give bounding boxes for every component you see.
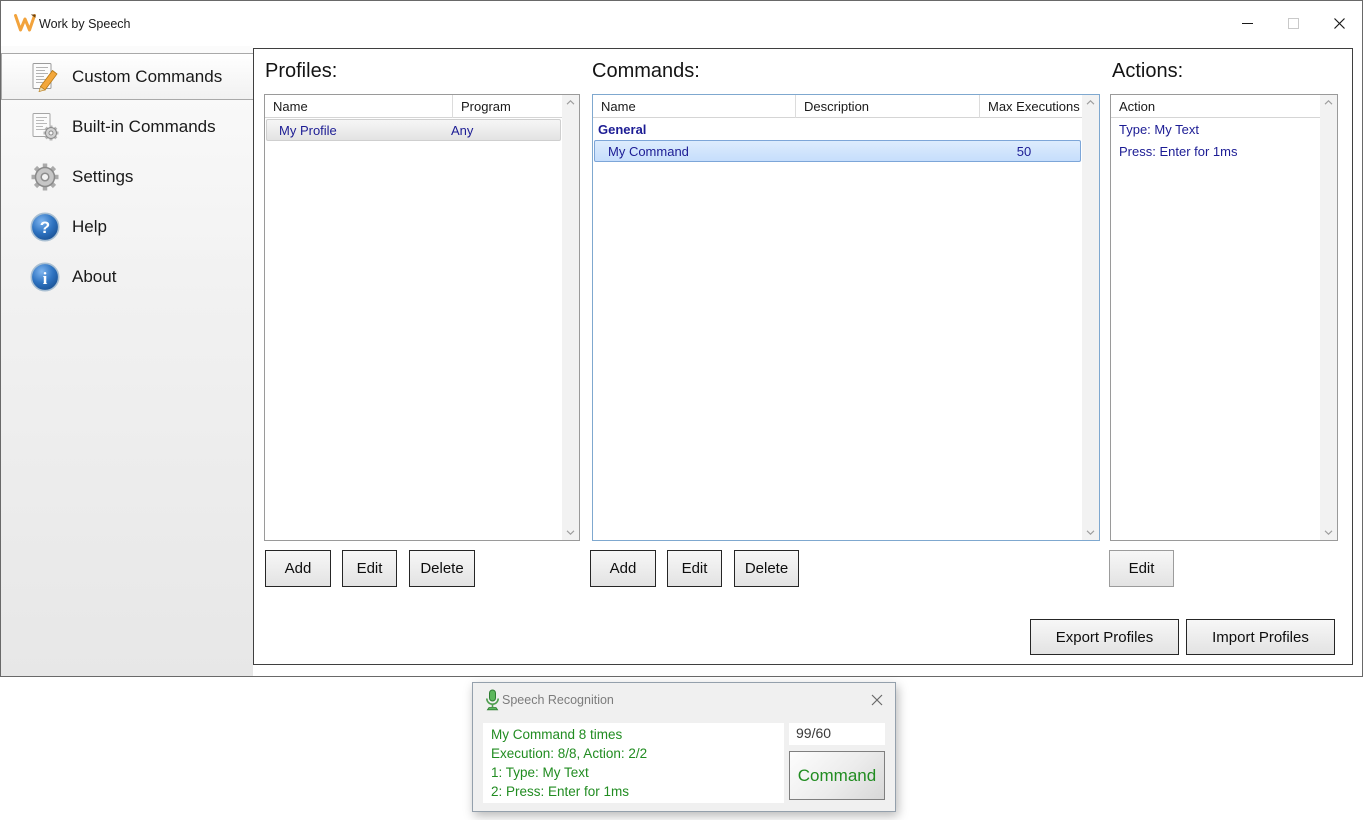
chevron-up-icon [1324,100,1333,105]
title-bar: Work by Speech [1,1,1362,46]
profiles-list-body: Name Program My Profile Any [265,95,562,141]
recognition-line: 2: Press: Enter for 1ms [491,784,630,799]
column-header-name[interactable]: Name [593,95,796,118]
main-panel: Profiles: Commands: Actions: Name Progra… [253,48,1353,665]
recognition-line: My Command 8 times [491,727,623,742]
profiles-add-button[interactable]: Add [265,550,331,587]
command-row[interactable]: My Command 50 [594,140,1081,162]
sidebar-item-settings[interactable]: Settings [1,153,253,200]
actions-list-body: Action Type: My Text Press: Enter for 1m… [1111,95,1320,162]
close-button[interactable] [1316,1,1362,46]
column-header-action[interactable]: Action [1111,95,1320,118]
help-icon: ? [29,211,61,243]
commands-add-button[interactable]: Add [590,550,656,587]
info-icon: i [29,261,61,293]
actions-edit-button[interactable]: Edit [1109,550,1174,587]
chevron-down-icon [1324,530,1333,535]
speech-close-button[interactable] [869,692,885,708]
svg-text:i: i [43,269,48,288]
command-group-header: General [598,121,647,137]
commands-list: Name Description Max Executions General … [592,94,1100,541]
action-text: Type: My Text [1119,121,1199,137]
chevron-up-icon [1086,100,1095,105]
column-header-description[interactable]: Description [796,95,980,118]
window-title: Work by Speech [39,17,131,31]
profiles-heading: Profiles: [265,60,338,82]
profile-name: My Profile [279,122,337,138]
sidebar-item-custom-commands[interactable]: Custom Commands [1,53,254,100]
commands-heading: Commands: [592,60,700,82]
commands-header-row: Name Description Max Executions [593,95,1082,118]
commands-list-body: Name Description Max Executions General … [593,95,1082,162]
sidebar-item-label: Built-in Commands [72,116,216,136]
document-pencil-icon [29,61,61,93]
microphone-icon [484,689,501,716]
export-profiles-button[interactable]: Export Profiles [1030,619,1179,655]
profiles-header-row: Name Program [265,95,562,118]
column-header-name[interactable]: Name [265,95,453,118]
command-max-executions: 50 [1016,143,1032,159]
chevron-down-icon [1086,530,1095,535]
sidebar-item-label: About [72,266,117,286]
maximize-icon [1287,18,1299,29]
sidebar-item-label: Settings [72,166,134,186]
gear-icon [29,161,61,193]
commands-edit-button[interactable]: Edit [667,550,722,587]
recognition-output: My Command 8 times Execution: 8/8, Actio… [483,723,784,803]
commands-delete-button[interactable]: Delete [734,550,799,587]
sidebar-item-label: Help [72,216,107,236]
actions-header-row: Action [1111,95,1320,118]
app-window: Work by Speech Custom Commands Built-in … [0,0,1363,677]
actions-list: Action Type: My Text Press: Enter for 1m… [1110,94,1338,541]
sidebar-item-about[interactable]: i About [1,253,253,300]
sidebar: Custom Commands Built-in Commands Settin… [1,46,254,676]
recognition-line: 1: Type: My Text [491,765,589,780]
recognition-line: Execution: 8/8, Action: 2/2 [491,746,648,761]
window-controls [1224,1,1362,46]
screen: Work by Speech Custom Commands Built-in … [0,0,1364,820]
speech-recognition-window: Speech Recognition My Command 8 times Ex… [472,682,896,812]
app-logo-icon [14,14,36,37]
recognition-counter: 99/60 [789,723,885,745]
profiles-edit-button[interactable]: Edit [342,550,397,587]
close-icon [871,694,883,706]
commands-scrollbar[interactable] [1082,95,1099,540]
column-header-program[interactable]: Program [453,95,562,118]
svg-text:?: ? [40,218,50,237]
action-row[interactable]: Press: Enter for 1ms [1111,140,1320,162]
actions-heading: Actions: [1112,60,1184,82]
action-text: Press: Enter for 1ms [1119,143,1238,159]
actions-scrollbar[interactable] [1320,95,1337,540]
sidebar-item-help[interactable]: ? Help [1,203,253,250]
profiles-delete-button[interactable]: Delete [409,550,475,587]
document-gear-icon [29,111,61,143]
profiles-scrollbar[interactable] [562,95,579,540]
command-name: My Command [608,143,689,159]
speech-window-title: Speech Recognition [502,693,614,707]
chevron-down-icon [566,530,575,535]
sidebar-item-built-in-commands[interactable]: Built-in Commands [1,103,253,150]
maximize-button[interactable] [1270,1,1316,46]
profiles-list: Name Program My Profile Any [264,94,580,541]
profile-program: Any [451,122,474,138]
minimize-button[interactable] [1224,1,1270,46]
profile-row[interactable]: My Profile Any [266,119,561,141]
chevron-up-icon [566,100,575,105]
sidebar-item-label: Custom Commands [72,66,223,86]
minimize-icon [1241,23,1253,24]
close-icon [1333,18,1345,29]
action-row[interactable]: Type: My Text [1111,118,1320,140]
import-profiles-button[interactable]: Import Profiles [1186,619,1335,655]
command-mode-button[interactable]: Command [789,751,885,800]
column-header-max-executions[interactable]: Max Executions [980,95,1082,118]
